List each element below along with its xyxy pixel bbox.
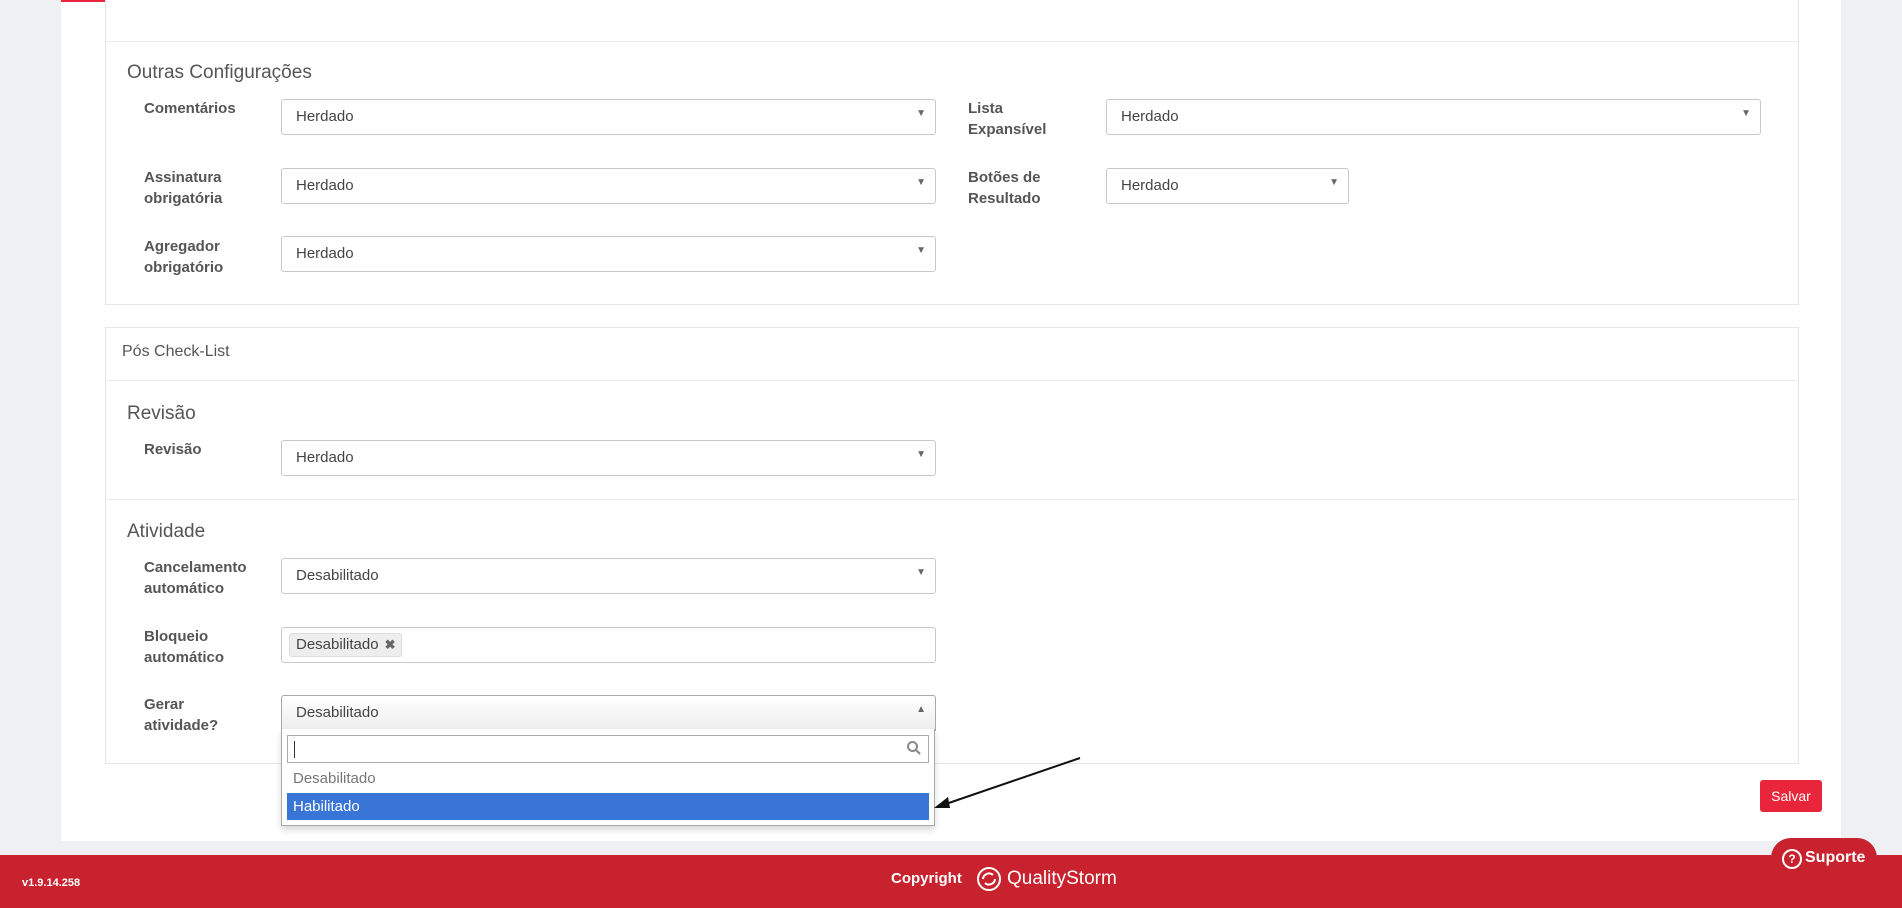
label-line: automático <box>144 649 225 666</box>
select-value: Herdado <box>1121 177 1179 194</box>
version-label: v1.9.14.258 <box>22 877 81 889</box>
label-line: Botões de <box>968 169 1041 186</box>
select-assinatura[interactable]: Herdado ▼ <box>281 168 936 204</box>
remove-tag-icon[interactable]: ✖ <box>385 637 396 652</box>
save-button[interactable]: Salvar <box>1760 780 1822 812</box>
label-botoes: Botões de Resultado <box>968 167 1041 209</box>
label-line: Resultado <box>968 190 1041 207</box>
support-button[interactable]: ? Suporte <box>1771 838 1877 878</box>
multiselect-bloqueio[interactable]: Desabilitado ✖ <box>281 627 936 663</box>
annotation-arrow-icon <box>934 757 1081 808</box>
label-line: obrigatório <box>144 259 224 276</box>
label-lista: Lista Expansível <box>968 98 1046 140</box>
section-title-atividade: Atividade <box>127 521 206 542</box>
divider <box>106 41 1798 42</box>
section-title-revisao: Revisão <box>127 403 196 424</box>
label-line: atividade? <box>144 717 219 734</box>
select-value: Herdado <box>296 108 354 125</box>
caret-up-icon: ▲ <box>916 704 926 715</box>
search-icon <box>907 741 921 755</box>
panel-heading: Pós Check-List <box>122 343 230 360</box>
label-cancelamento: Cancelamento automático <box>144 557 247 599</box>
dropdown-option-desabilitado[interactable]: Desabilitado <box>287 765 929 792</box>
divider <box>106 499 1798 500</box>
label-line: Cancelamento <box>144 559 247 576</box>
divider <box>106 380 1798 381</box>
selected-tag: Desabilitado ✖ <box>289 633 403 657</box>
select-gerar-atividade[interactable]: Desabilitado ▲ <box>281 695 936 731</box>
select-revisao[interactable]: Herdado ▼ <box>281 440 936 476</box>
select-botoes[interactable]: Herdado ▼ <box>1106 168 1349 204</box>
label-comentarios: Comentários <box>144 100 236 117</box>
support-label: Suporte <box>1805 849 1866 866</box>
select-value: Desabilitado <box>296 704 379 721</box>
label-line: Expansível <box>968 121 1047 138</box>
main-card: Outras Configurações Comentários Herdado… <box>61 0 1841 841</box>
footer: v1.9.14.258 Copyright QualityStorm <box>0 855 1902 908</box>
label-agregador: Agregador obrigatório <box>144 236 223 278</box>
label-assinatura: Assinatura obrigatória <box>144 167 222 209</box>
caret-down-icon: ▼ <box>916 449 926 460</box>
help-icon: ? <box>1782 849 1802 869</box>
caret-down-icon: ▼ <box>916 177 926 188</box>
label-line: Lista <box>968 100 1004 117</box>
text-cursor <box>294 741 295 758</box>
select-value: Desabilitado <box>296 567 379 584</box>
pos-checklist-panel: Pós Check-List Revisão Revisão Herdado ▼… <box>105 327 1799 764</box>
select-value: Herdado <box>296 449 354 466</box>
outras-panel: Outras Configurações Comentários Herdado… <box>105 0 1799 305</box>
select-value: Herdado <box>1121 108 1179 125</box>
section-title-outras: Outras Configurações <box>127 62 312 83</box>
caret-down-icon: ▼ <box>916 567 926 578</box>
dropdown-search-input[interactable] <box>287 735 929 763</box>
select-dropdown: Desabilitado Habilitado <box>281 729 935 826</box>
tag-label: Desabilitado <box>296 636 379 653</box>
label-gerar: Gerar atividade? <box>144 694 218 736</box>
qualitystorm-logo-icon <box>977 867 1001 891</box>
label-bloqueio: Bloqueio automático <box>144 626 224 668</box>
copyright-label: Copyright <box>891 870 962 887</box>
select-value: Herdado <box>296 177 354 194</box>
select-comentarios[interactable]: Herdado ▼ <box>281 99 936 135</box>
label-line: obrigatória <box>144 190 223 207</box>
label-line: Gerar <box>144 696 185 713</box>
label-line: Agregador <box>144 238 220 255</box>
label-line: Bloqueio <box>144 628 209 645</box>
label-line: Assinatura <box>144 169 222 186</box>
select-lista[interactable]: Herdado ▼ <box>1106 99 1761 135</box>
select-value: Herdado <box>296 245 354 262</box>
caret-down-icon: ▼ <box>916 108 926 119</box>
label-line: automático <box>144 580 225 597</box>
caret-down-icon: ▼ <box>1741 108 1751 119</box>
caret-down-icon: ▼ <box>916 245 926 256</box>
select-agregador[interactable]: Herdado ▼ <box>281 236 936 272</box>
caret-down-icon: ▼ <box>1329 177 1339 188</box>
dropdown-option-habilitado[interactable]: Habilitado <box>287 793 929 820</box>
brand-name: QualityStorm <box>1007 868 1117 889</box>
select-cancelamento[interactable]: Desabilitado ▼ <box>281 558 936 594</box>
label-revisao: Revisão <box>144 441 202 458</box>
